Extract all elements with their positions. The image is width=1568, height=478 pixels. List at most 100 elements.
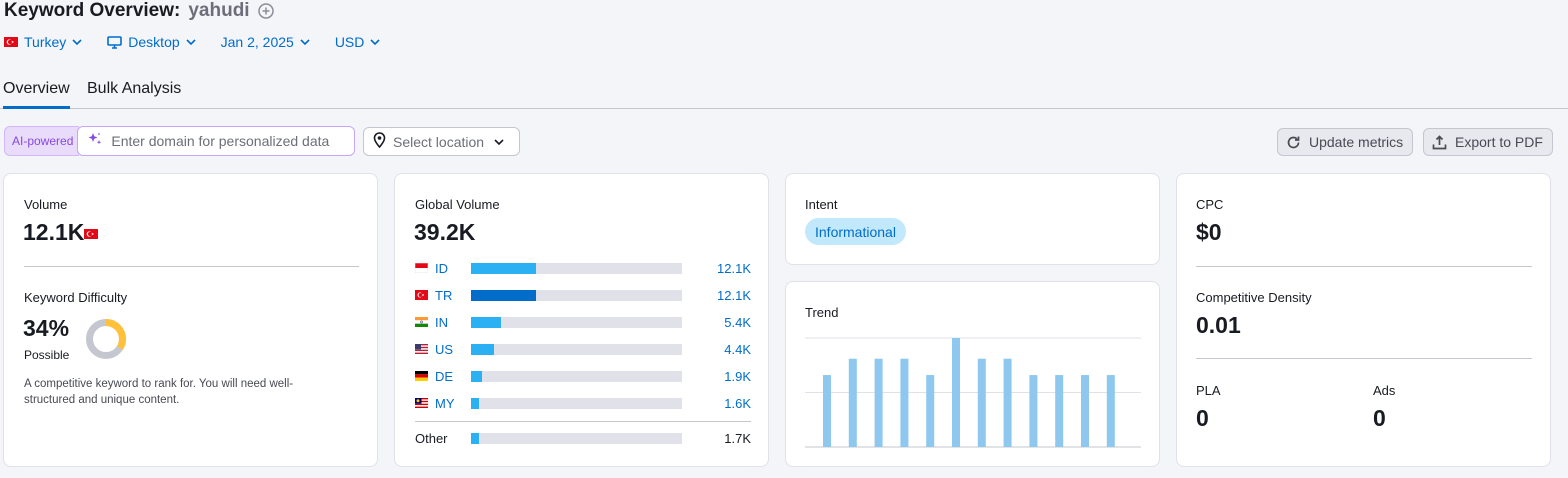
other-volume: 1.7K [724,430,751,446]
update-metrics-button[interactable]: Update metrics [1277,128,1414,156]
divider [24,266,359,267]
volume-bar [471,432,480,444]
volume-bar-track [471,289,682,301]
volume-label: Volume [24,197,68,212]
page-title: Keyword Overview: [4,0,181,21]
country-row[interactable]: IN 5.4K [415,315,751,330]
domain-input[interactable] [111,133,352,149]
country-label: Turkey [24,34,67,50]
country-row[interactable]: DE 1.9K [415,368,751,384]
location-pin-icon [373,132,386,151]
trend-bar[interactable] [1055,375,1064,447]
location-placeholder: Select location [393,133,485,150]
date-label: Jan 2, 2025 [220,34,294,50]
keyword-title: yahudi [188,0,250,21]
pla-value: 0 [1196,405,1209,431]
currency-selector[interactable]: USD [335,34,381,50]
country-volume: 1.9K [724,368,751,384]
volume-bar [471,343,495,355]
domain-input-wrapper [77,126,355,156]
country-volume: 4.4K [724,341,751,357]
chevron-down-icon [494,138,504,145]
export-pdf-button[interactable]: Export to PDF [1423,128,1553,156]
kd-note: A competitive keyword to rank for. You w… [24,378,294,406]
add-keyword-icon[interactable] [257,3,274,19]
volume-bar-track [471,262,682,274]
country-row[interactable]: US 4.4K [415,341,751,357]
cd-value: 0.01 [1196,312,1241,338]
divider [1196,266,1532,267]
turkey-flag-icon [4,37,18,47]
tab-bar: Overview Bulk Analysis [0,70,1568,109]
ads-value: 0 [1373,405,1386,431]
turkey-flag-icon [84,226,98,244]
volume-bar-track [471,343,682,355]
export-icon [1432,134,1447,150]
other-row: Other 1.7K [415,430,751,446]
country-row[interactable]: ID 12.1K [415,261,751,276]
location-selector[interactable]: Select location [363,127,520,156]
desktop-icon [107,35,123,49]
trend-bar[interactable] [1029,375,1038,447]
trend-bar[interactable] [1081,375,1089,447]
volume-bar-track [471,432,682,444]
volume-card: Volume 12.1K Keyword Difficulty 34% Poss… [3,173,378,467]
volume-bar-track [471,316,682,328]
trend-bar[interactable] [874,358,883,447]
country-selector[interactable]: Turkey [4,34,82,50]
chevron-down-icon [370,39,380,45]
volume-bar [471,262,537,274]
kd-label: Keyword Difficulty [24,290,128,305]
divider [1196,358,1532,359]
country-code: TR [435,287,453,303]
refresh-icon [1286,135,1301,150]
ai-powered-badge: AI-powered [4,126,80,156]
global-volume-card: Global Volume 39.2K ID 12.1K TR 12.1K IN… [394,173,769,467]
trend-bar[interactable] [977,358,986,447]
export-pdf-label: Export to PDF [1455,134,1543,150]
global-volume-label: Global Volume [415,197,500,212]
sparkle-icon [87,131,103,152]
device-selector[interactable]: Desktop [107,34,196,50]
pla-label: PLA [1196,383,1221,398]
chevron-down-icon [186,39,196,45]
tab-bulk-analysis[interactable]: Bulk Analysis [87,80,181,98]
currency-label: USD [334,34,365,50]
trend-bar[interactable] [1106,375,1115,447]
trend-bar[interactable] [848,358,857,447]
intent-card: Intent Informational [785,173,1160,265]
kd-value: 34% [23,315,70,341]
filter-bar: Turkey Desktop Jan 2, 2025 USD [4,32,405,52]
country-row[interactable]: MY 1.6K [415,395,751,411]
turkey-flag-icon [415,290,428,300]
cpc-value: $0 [1196,219,1222,245]
volume-value: 12.1K [23,219,85,245]
cd-label: Competitive Density [1196,290,1312,305]
country-volume: 1.6K [724,395,751,411]
trend-card: Trend [785,281,1160,467]
intent-label: Intent [805,197,838,212]
trend-bar[interactable] [926,375,935,447]
update-metrics-label: Update metrics [1309,134,1404,150]
country-volume: 12.1K [717,287,751,303]
cpc-label: CPC [1196,197,1224,212]
tab-overview[interactable]: Overview [3,80,70,109]
trend-bar[interactable] [952,338,960,447]
device-label: Desktop [128,34,180,50]
country-code: MY [435,395,455,411]
page-header: Keyword Overview: yahudi [4,0,274,22]
divider [415,421,751,422]
kd-donut [86,319,126,359]
trend-bar[interactable] [900,358,909,447]
trend-bar[interactable] [823,375,831,447]
intent-badge[interactable]: Informational [805,218,906,245]
date-selector[interactable]: Jan 2, 2025 [221,34,310,50]
global-volume-value: 39.2K [414,219,476,245]
india-flag-icon [415,317,428,327]
cpc-card: CPC $0 Competitive Density 0.01 PLA 0 Ad… [1176,173,1551,467]
trend-bar[interactable] [1003,358,1012,447]
volume-bar-track [471,397,682,409]
country-row[interactable]: TR 12.1K [415,287,751,303]
chevron-down-icon [300,39,310,45]
trend-label: Trend [805,305,839,320]
